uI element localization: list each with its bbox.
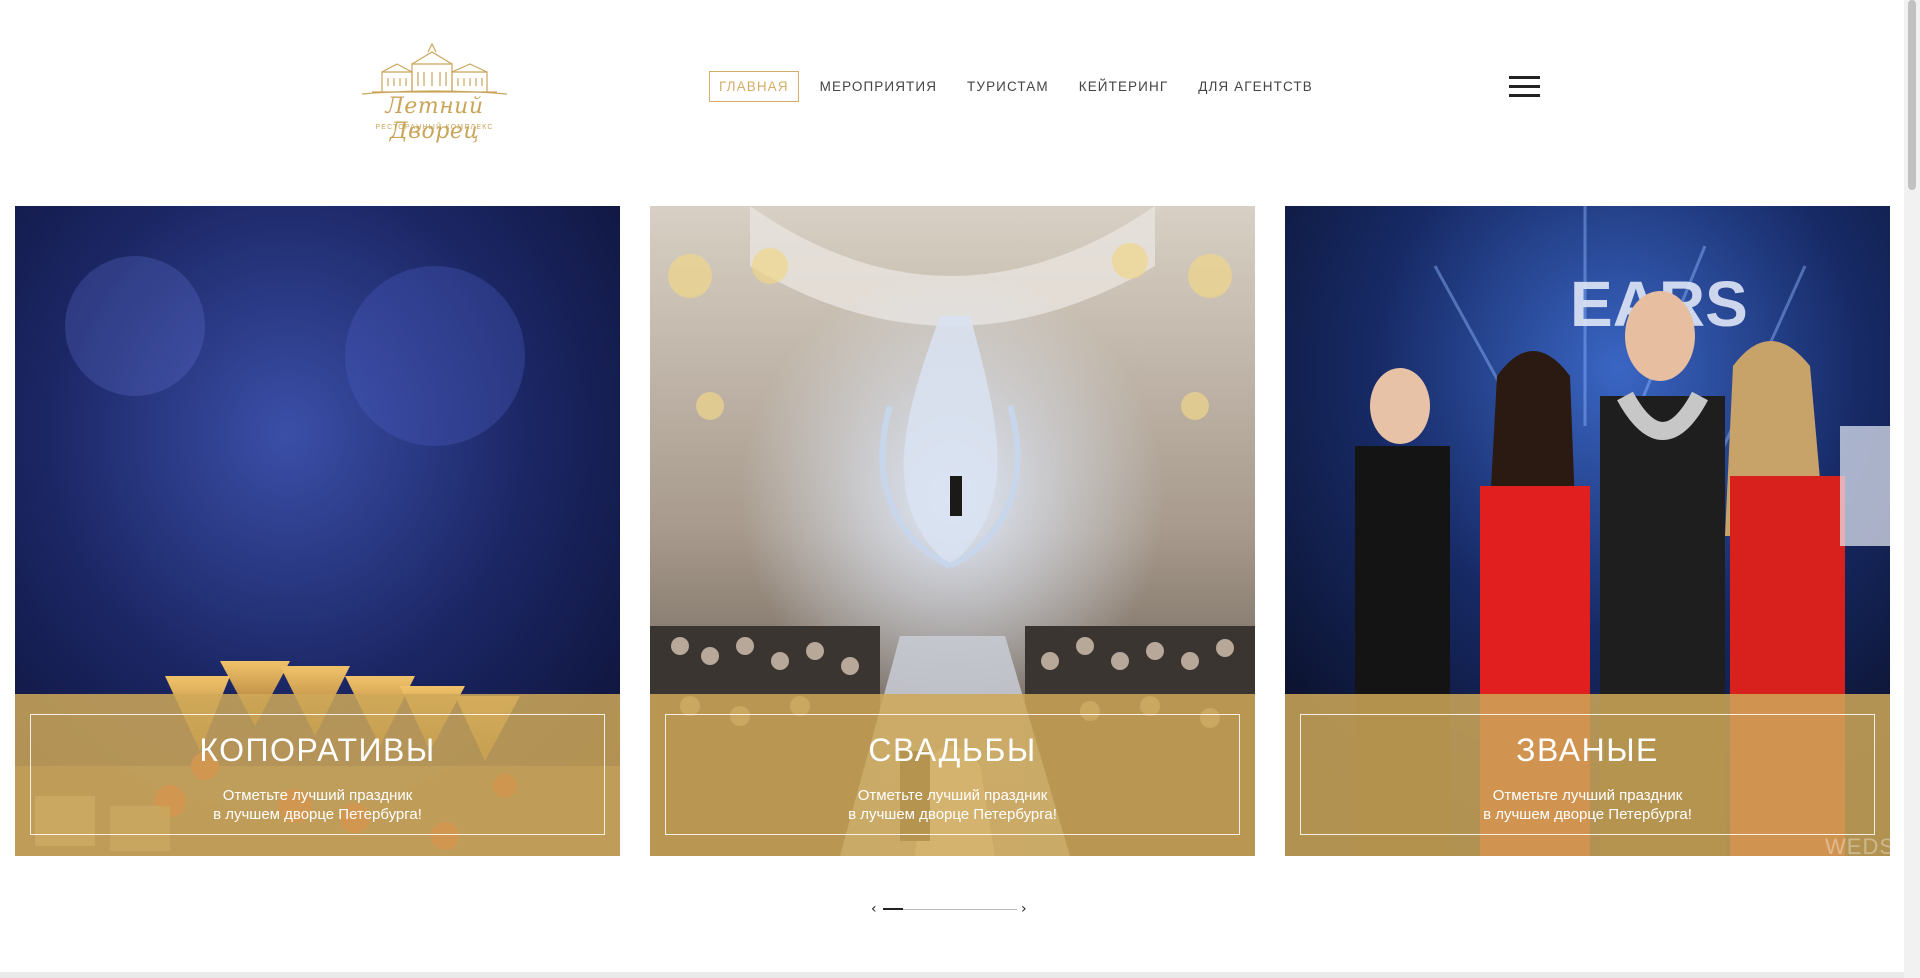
card-title: КОПОРАТИВЫ xyxy=(199,732,436,768)
card-corporate[interactable]: КОПОРАТИВЫ Отметьте лучший праздник в лу… xyxy=(15,206,620,856)
card-text-line: в лучшем дворце Петербурга! xyxy=(213,806,422,823)
site-header: Летний Дворец ресторанный комплекс ГЛАВН… xyxy=(0,0,1904,180)
hamburger-line xyxy=(1509,94,1540,97)
card-caption: КОПОРАТИВЫ Отметьте лучший праздник в лу… xyxy=(15,694,620,856)
palace-logo-icon xyxy=(361,42,508,95)
slider-progress xyxy=(883,908,903,910)
card-text-line: Отметьте лучший праздник xyxy=(857,787,1048,804)
card-text: Отметьте лучший праздник в лучшем дворце… xyxy=(1285,786,1890,824)
nav-item-home[interactable]: ГЛАВНАЯ xyxy=(709,71,799,102)
card-text-line: в лучшем дворце Петербурга! xyxy=(848,806,1057,823)
card-title: СВАДЬБЫ xyxy=(868,732,1037,768)
card-parties[interactable]: EARS ЗВАНЫЕ Отметьте лучший праздник xyxy=(1285,206,1890,856)
photo-watermark: WEDS xyxy=(1825,834,1890,856)
card-text: Отметьте лучший праздник в лучшем дворце… xyxy=(15,786,620,824)
nav-item-tourists[interactable]: ТУРИСТАМ xyxy=(958,71,1058,102)
card-text-line: Отметьте лучший праздник xyxy=(222,787,413,804)
chevron-right-icon[interactable]: › xyxy=(1021,902,1027,916)
card-text-line: в лучшем дворце Петербурга! xyxy=(1483,806,1692,823)
chevron-left-icon[interactable]: ‹ xyxy=(871,902,877,916)
card-title: ЗВАНЫЕ xyxy=(1516,732,1659,768)
hamburger-line xyxy=(1509,85,1540,88)
card-text: Отметьте лучший праздник в лучшем дворце… xyxy=(650,786,1255,824)
card-caption: СВАДЬБЫ Отметьте лучший праздник в лучше… xyxy=(650,694,1255,856)
horizontal-scroll-area xyxy=(0,972,1904,978)
hamburger-icon[interactable] xyxy=(1509,76,1540,98)
slider-controls: ‹ › xyxy=(871,902,1031,916)
nav-item-agencies[interactable]: ДЛЯ АГЕНТСТВ xyxy=(1189,71,1322,102)
logo-title: Летний Дворец xyxy=(385,94,484,144)
nav-item-catering[interactable]: КЕЙТЕРИНГ xyxy=(1070,71,1178,102)
card-text-line: Отметьте лучший праздник xyxy=(1492,787,1683,804)
nav-item-events[interactable]: МЕРОПРИЯТИЯ xyxy=(811,71,946,102)
main-nav: ГЛАВНАЯ МЕРОПРИЯТИЯ ТУРИСТАМ КЕЙТЕРИНГ Д… xyxy=(709,71,1334,102)
card-weddings[interactable]: СВАДЬБЫ Отметьте лучший праздник в лучше… xyxy=(650,206,1255,856)
scrollbar-thumb[interactable] xyxy=(1908,0,1916,190)
logo[interactable]: Летний Дворец ресторанный комплекс xyxy=(352,42,517,144)
event-cards-slider: КОПОРАТИВЫ Отметьте лучший праздник в лу… xyxy=(15,206,1890,856)
card-caption: ЗВАНЫЕ Отметьте лучший праздник в лучшем… xyxy=(1285,694,1890,856)
hamburger-line xyxy=(1509,76,1540,79)
slider-track[interactable] xyxy=(883,909,1017,910)
logo-subtitle: ресторанный комплекс xyxy=(375,124,494,131)
vertical-scrollbar[interactable] xyxy=(1904,0,1920,978)
